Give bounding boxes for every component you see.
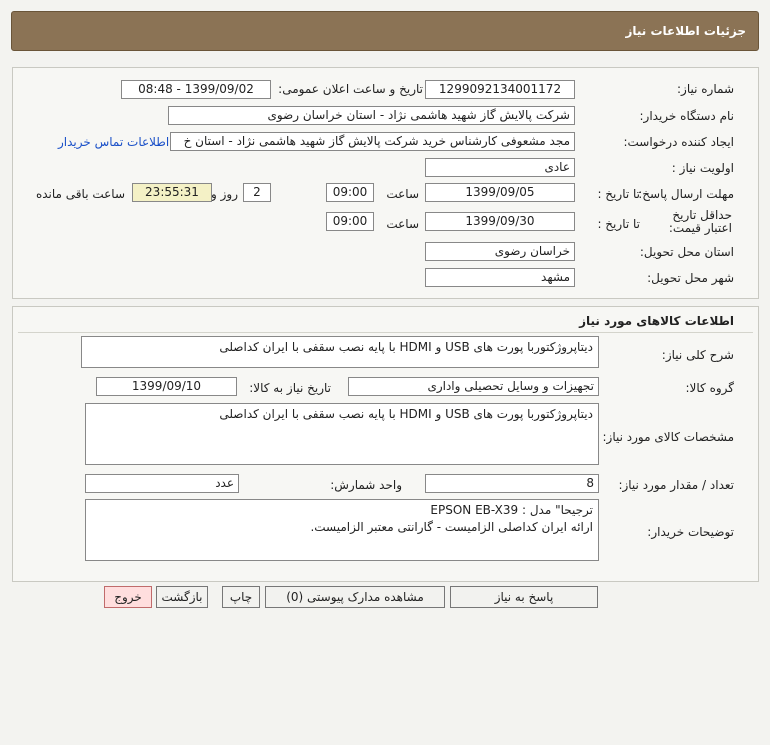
summary-label: شرح کلی نیاز:: [661, 348, 734, 362]
remaining-time-field: 23:55:31: [132, 183, 212, 202]
priority-label: اولویت نیاز :: [671, 161, 734, 175]
group-label: گروه کالا:: [685, 381, 735, 395]
buyer-field: شرکت پالایش گاز شهید هاشمی نژاد - استان …: [168, 106, 575, 125]
validity-date-field: 1399/09/30: [425, 212, 575, 231]
days-label: روز و: [211, 187, 238, 201]
goods-section-divider: [18, 332, 753, 333]
respond-button[interactable]: پاسخ به نیاز: [450, 586, 598, 608]
unit-field: عدد: [85, 474, 239, 493]
need-number-field: 1299092134001172: [425, 80, 575, 99]
summary-field: دیتاپروژکتوربا پورت های USB و HDMI با پا…: [81, 336, 599, 368]
days-remaining-field: 2: [243, 183, 271, 202]
deadline-time-field: 09:00: [326, 183, 374, 202]
group-field: تجهیزات و وسایل تحصیلی واداری: [348, 377, 599, 396]
print-button[interactable]: چاپ: [222, 586, 260, 608]
remaining-label: ساعت باقی مانده: [35, 187, 125, 201]
deadline-label: مهلت ارسال پاسخ:: [638, 187, 734, 201]
buyer-notes-field: ترجیحا" مدل : EPSON EB-X39 ارائه ایران ک…: [85, 499, 599, 561]
city-label: شهر محل تحویل:: [647, 271, 734, 285]
quantity-label: تعداد / مقدار مورد نیاز:: [618, 478, 734, 492]
creator-label: ایجاد کننده درخواست:: [623, 135, 734, 149]
attachments-button[interactable]: مشاهده مدارک پیوستی (0): [265, 586, 445, 608]
buyer-label: نام دستگاه خریدار:: [639, 109, 735, 123]
province-label: استان محل تحویل:: [639, 245, 734, 259]
creator-field: مجد مشعوفی کارشناس خرید شرکت پالایش گاز …: [170, 132, 575, 151]
announce-label: تاریخ و ساعت اعلان عمومی:: [278, 82, 423, 96]
unit-label: واحد شمارش:: [330, 478, 402, 492]
validity-time-label: ساعت: [386, 217, 419, 231]
priority-field: عادی: [425, 158, 575, 177]
validity-to-date-label: تا تاریخ :: [597, 217, 640, 231]
need-number-label: شماره نیاز:: [677, 82, 734, 96]
quantity-field: 8: [425, 474, 599, 493]
buyer-contact-link[interactable]: اطلاعات تماس خریدار: [58, 135, 169, 149]
goods-section-title: اطلاعات کالاهای مورد نیاز: [579, 314, 734, 328]
need-info-panel: [12, 67, 759, 299]
page-header: جزئیات اطلاعات نیاز: [11, 11, 759, 51]
city-field: مشهد: [425, 268, 575, 287]
specs-field: دیتاپروژکتوربا پورت های USB و HDMI با پا…: [85, 403, 599, 465]
deadline-time-label: ساعت: [386, 187, 419, 201]
deadline-to-date-label: تا تاریخ :: [597, 187, 640, 201]
deadline-date-field: 1399/09/05: [425, 183, 575, 202]
need-date-field: 1399/09/10: [96, 377, 237, 396]
back-button[interactable]: بازگشت: [156, 586, 208, 608]
specs-label: مشخصات کالای مورد نیاز:: [602, 430, 734, 444]
need-date-label: تاریخ نیاز به کالا:: [249, 381, 331, 395]
validity-label: حداقل تاریخ اعتبار قیمت:: [668, 208, 732, 235]
page-title: جزئیات اطلاعات نیاز: [625, 24, 746, 38]
province-field: خراسان رضوی: [425, 242, 575, 261]
announce-datetime-field: 1399/09/02 - 08:48: [121, 80, 271, 99]
exit-button[interactable]: خروج: [104, 586, 152, 608]
validity-time-field: 09:00: [326, 212, 374, 231]
buyer-notes-label: توضیحات خریدار:: [647, 525, 734, 539]
